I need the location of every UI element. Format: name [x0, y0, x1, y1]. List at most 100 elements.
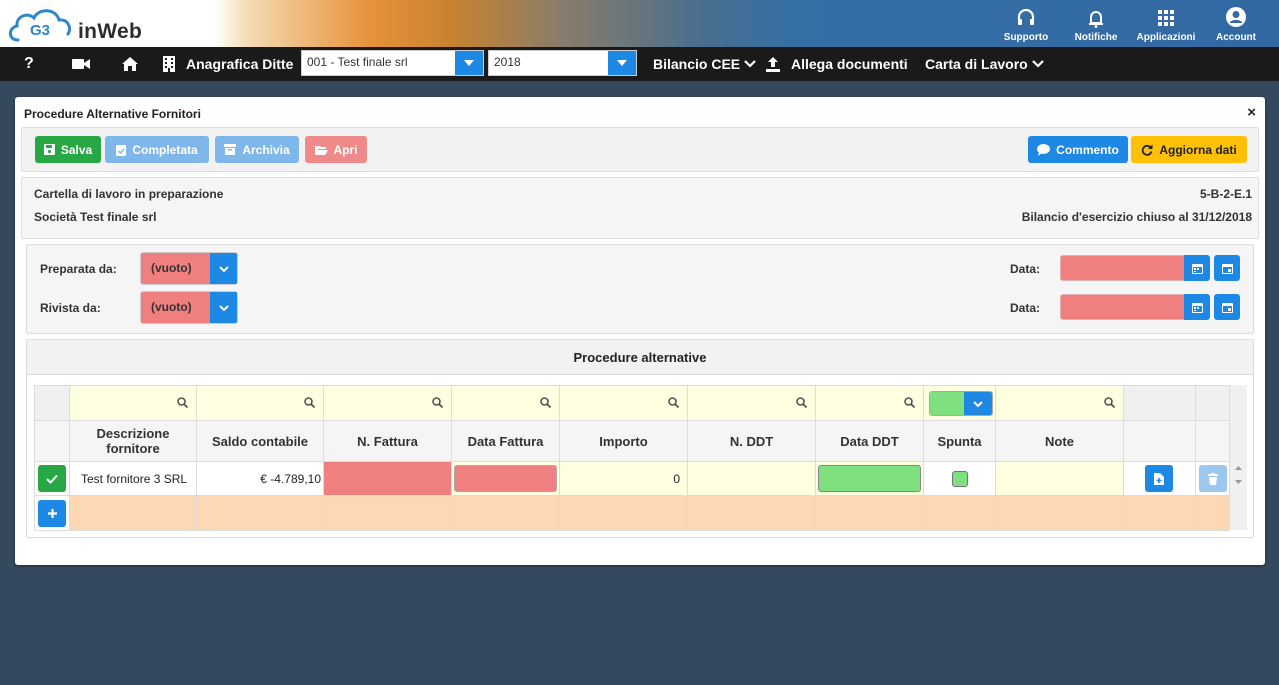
chevron-down-icon[interactable]	[210, 253, 237, 284]
procedure-modal: Procedure Alternative Fornitori × Salva …	[15, 97, 1265, 565]
scroll-down-icon[interactable]	[1230, 477, 1247, 487]
filter-note[interactable]	[995, 385, 1124, 421]
filter-n-fattura[interactable]	[323, 385, 452, 421]
cell-note[interactable]	[995, 461, 1124, 496]
confirm-row-button[interactable]	[38, 465, 66, 492]
filter-row	[34, 385, 1230, 421]
add-row-button[interactable]	[38, 500, 66, 527]
check-icon	[46, 474, 58, 484]
video-button[interactable]	[72, 47, 90, 81]
headset-icon	[1017, 8, 1035, 25]
add-document-button[interactable]	[1145, 465, 1173, 492]
search-icon	[304, 397, 315, 408]
notifications-label: Notifiche	[1074, 32, 1118, 43]
chevron-down-icon[interactable]	[964, 392, 992, 415]
col-note[interactable]: Note	[995, 420, 1124, 462]
cell-data-ddt[interactable]	[815, 461, 924, 496]
data-label-preparata: Data:	[1010, 262, 1041, 276]
col-data-fattura[interactable]: Data Fattura	[451, 420, 560, 462]
commento-button[interactable]: Commento	[1028, 136, 1128, 163]
col-spunta[interactable]: Spunta	[923, 420, 996, 462]
folder-open-icon	[314, 145, 328, 155]
rivista-select[interactable]: (vuoto)	[140, 291, 238, 324]
comment-icon	[1037, 143, 1051, 156]
cell-n-fattura[interactable]	[323, 461, 452, 496]
cell-spunta[interactable]	[923, 461, 996, 496]
col-n-fattura[interactable]: N. Fattura	[323, 420, 452, 462]
grid-scrollbar[interactable]	[1230, 385, 1247, 530]
calendar-today-icon[interactable]	[1214, 294, 1240, 320]
col-importo[interactable]: Importo	[559, 420, 688, 462]
year-select-value: 2018	[494, 55, 521, 69]
cell-importo[interactable]: 0	[559, 461, 688, 496]
anagrafica-ditte-link[interactable]: Anagrafica Ditte	[163, 47, 293, 81]
cell-n-ddt[interactable]	[687, 461, 816, 496]
aggiorna-dati-button[interactable]: Aggiorna dati	[1131, 136, 1247, 163]
user-icon	[1226, 7, 1246, 27]
home-button[interactable]	[121, 47, 139, 81]
cell-data-fattura[interactable]	[451, 461, 560, 496]
rivista-value: (vuoto)	[151, 300, 192, 314]
new-row	[34, 495, 1230, 531]
support-button[interactable]: Supporto	[991, 0, 1061, 47]
filter-descrizione[interactable]	[69, 385, 197, 421]
spunta-checkbox[interactable]	[952, 471, 968, 487]
preparata-date-field[interactable]	[1060, 255, 1185, 281]
plus-icon	[47, 509, 57, 518]
rivista-date-field[interactable]	[1060, 294, 1185, 320]
salva-button[interactable]: Salva	[35, 136, 101, 163]
delete-row-button[interactable]	[1199, 465, 1227, 492]
table-row: Test fornitore 3 SRL € -4.789,10 0	[34, 461, 1230, 496]
filter-n-ddt[interactable]	[687, 385, 816, 421]
scroll-up-icon[interactable]	[1230, 463, 1247, 473]
cell-saldo: € -4.789,10	[196, 461, 324, 496]
applications-button[interactable]: Applicazioni	[1131, 0, 1201, 47]
notifications-button[interactable]: Notifiche	[1061, 0, 1131, 47]
logo-text: G3	[30, 22, 50, 39]
calendar-today-icon[interactable]	[1214, 255, 1240, 281]
carta-label: Carta di Lavoro	[925, 56, 1028, 72]
company-select[interactable]: 001 - Test finale srl	[301, 50, 484, 76]
code-text: 5-B-2-E.1	[1199, 187, 1252, 201]
grid-icon	[1158, 10, 1174, 26]
col-descrizione[interactable]: Descrizione fornitore	[69, 420, 197, 462]
preparata-select[interactable]: (vuoto)	[140, 252, 238, 285]
col-n-ddt[interactable]: N. DDT	[687, 420, 816, 462]
close-icon[interactable]: ×	[1247, 104, 1256, 121]
calendar-icon[interactable]	[1184, 294, 1210, 320]
col-saldo[interactable]: Saldo contabile	[196, 420, 324, 462]
col-data-ddt[interactable]: Data DDT	[815, 420, 924, 462]
filter-data-fattura[interactable]	[451, 385, 560, 421]
year-select[interactable]: 2018	[488, 50, 637, 76]
cell-descrizione[interactable]: Test fornitore 3 SRL	[69, 461, 197, 496]
filter-importo[interactable]	[559, 385, 688, 421]
year-select-dropdown-icon[interactable]	[608, 51, 636, 75]
apri-button[interactable]: Apri	[305, 136, 367, 163]
search-icon	[1104, 397, 1115, 408]
carta-di-lavoro-menu[interactable]: Carta di Lavoro	[925, 47, 1044, 81]
brand-name: inWeb	[78, 20, 143, 43]
completata-button[interactable]: Completata	[105, 136, 209, 163]
file-plus-icon	[1154, 472, 1164, 485]
header-row: Descrizione fornitore Saldo contabile N.…	[34, 420, 1230, 462]
chevron-down-icon[interactable]	[210, 292, 237, 323]
archivia-button[interactable]: Archivia	[215, 136, 299, 163]
data-label-rivista: Data:	[1010, 301, 1041, 315]
search-icon	[904, 397, 915, 408]
salva-label: Salva	[60, 142, 93, 157]
modal-title: Procedure Alternative Fornitori	[24, 107, 201, 121]
calendar-icon[interactable]	[1184, 255, 1210, 281]
filter-saldo[interactable]	[196, 385, 324, 421]
search-icon	[177, 397, 188, 408]
account-button[interactable]: Account	[1201, 0, 1271, 47]
filter-data-ddt[interactable]	[815, 385, 924, 421]
commento-label: Commento	[1056, 142, 1119, 157]
bilancio-cee-menu[interactable]: Bilancio CEE	[653, 47, 756, 81]
search-icon	[432, 397, 443, 408]
allega-documenti-link[interactable]: Allega documenti	[765, 47, 908, 81]
company-select-dropdown-icon[interactable]	[455, 51, 483, 75]
preparata-label: Preparata da:	[40, 262, 117, 276]
nav-bar: ? Anagrafica Ditte 001 - Test finale srl…	[0, 47, 1279, 81]
filter-spunta[interactable]	[923, 385, 996, 421]
help-button[interactable]: ?	[24, 47, 34, 81]
